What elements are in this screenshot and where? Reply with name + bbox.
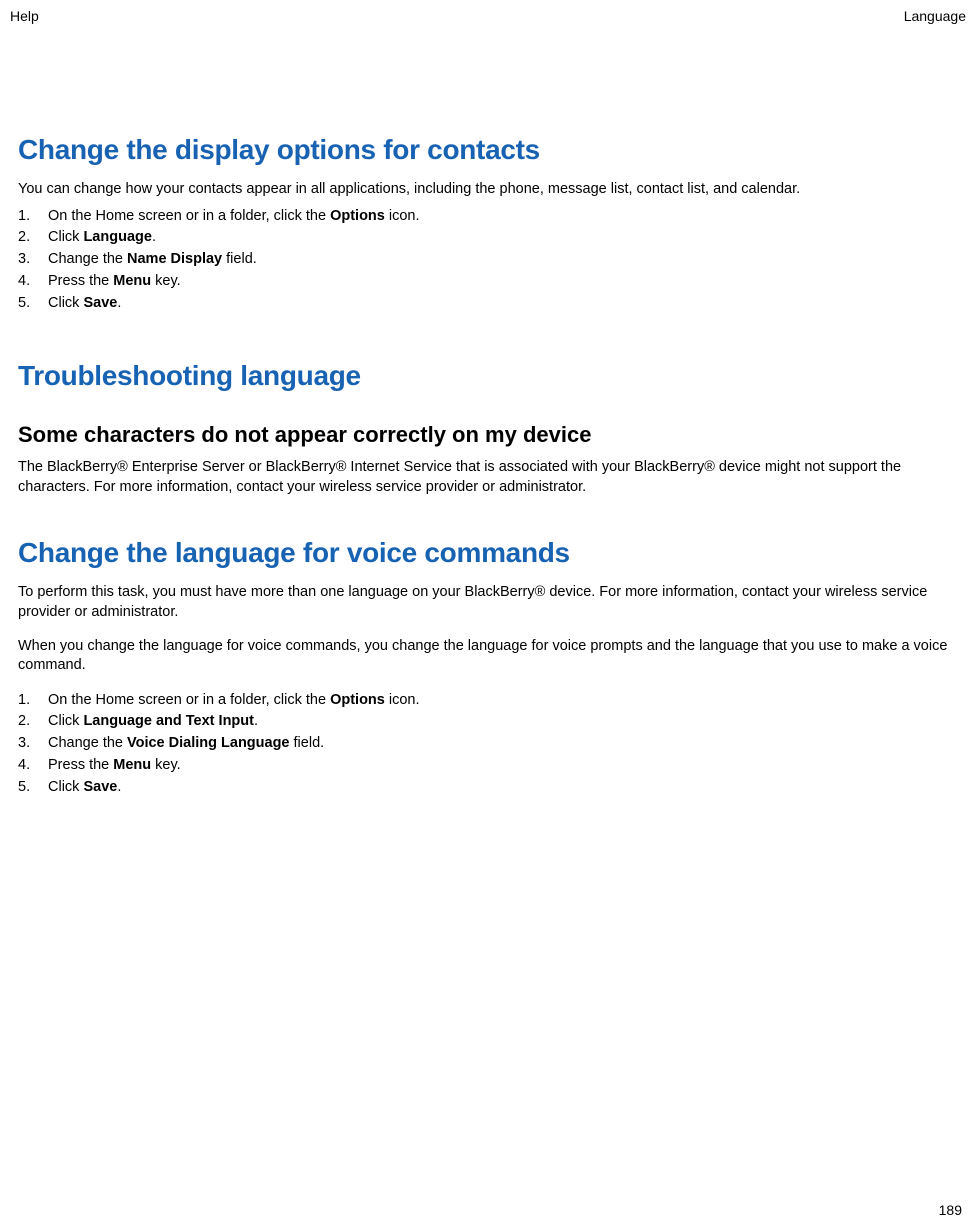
page-header: Help Language (0, 0, 976, 24)
list-item: Change the Name Display field. (18, 249, 958, 271)
heading-troubleshooting-language: Troubleshooting language (18, 360, 958, 392)
list-item: Press the Menu key. (18, 271, 958, 293)
list-item: Click Save. (18, 293, 958, 315)
steps-list-2: On the Home screen or in a folder, click… (18, 690, 958, 799)
subheading-characters-not-appear: Some characters do not appear correctly … (18, 422, 958, 448)
page-number: 189 (939, 1202, 962, 1218)
header-left: Help (10, 8, 39, 24)
steps-list-1: On the Home screen or in a folder, click… (18, 206, 958, 315)
list-item: Click Save. (18, 777, 958, 799)
list-item: Press the Menu key. (18, 755, 958, 777)
list-item: On the Home screen or in a folder, click… (18, 206, 958, 228)
page-content: Change the display options for contacts … (0, 134, 976, 798)
list-item: Click Language. (18, 227, 958, 249)
list-item: Click Language and Text Input. (18, 711, 958, 733)
heading-change-voice-language: Change the language for voice commands (18, 537, 958, 569)
intro-text: When you change the language for voice c… (18, 637, 958, 676)
intro-text: You can change how your contacts appear … (18, 180, 958, 200)
body-text: The BlackBerry® Enterprise Server or Bla… (18, 458, 958, 497)
header-right: Language (904, 8, 966, 24)
intro-text: To perform this task, you must have more… (18, 583, 958, 622)
heading-change-display-options: Change the display options for contacts (18, 134, 958, 166)
list-item: On the Home screen or in a folder, click… (18, 690, 958, 712)
list-item: Change the Voice Dialing Language field. (18, 733, 958, 755)
